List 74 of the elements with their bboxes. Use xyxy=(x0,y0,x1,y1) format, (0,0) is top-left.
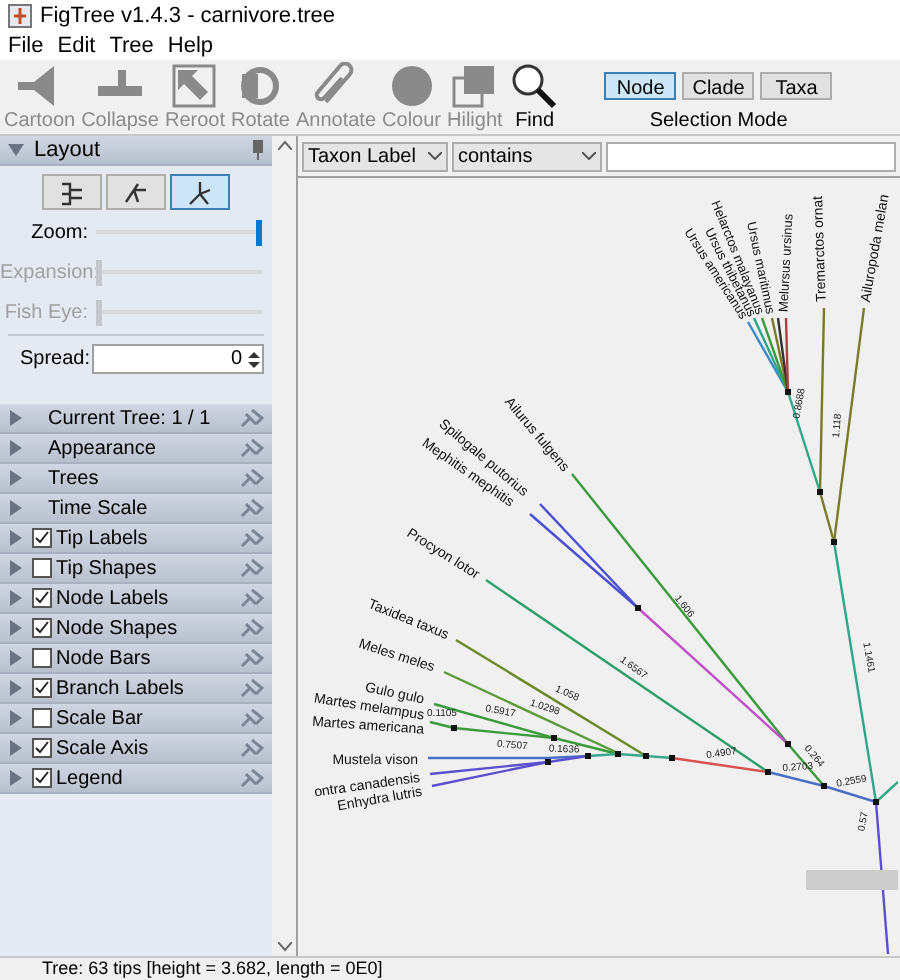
checkbox[interactable] xyxy=(32,618,52,638)
panel-section-header[interactable]: Node Shapes xyxy=(0,614,272,644)
checkbox[interactable] xyxy=(32,768,52,788)
field-dropdown[interactable]: Taxon Label xyxy=(302,141,448,171)
spread-spinner[interactable]: 0 xyxy=(92,344,264,374)
tree-layout-icon xyxy=(56,177,88,207)
panel-section-header[interactable]: Scale Axis xyxy=(0,734,272,764)
menu-item[interactable]: Edit xyxy=(57,29,96,63)
tree-layout-icon xyxy=(184,177,216,207)
pin-icon[interactable] xyxy=(252,140,264,160)
slider-label: Zoom: xyxy=(29,219,88,247)
pin-icon[interactable] xyxy=(240,468,264,488)
panel-section-header[interactable]: Legend xyxy=(0,764,272,794)
panel-section-header[interactable]: Tip Labels xyxy=(0,524,272,554)
layout-mode-button[interactable] xyxy=(170,174,230,210)
panel-section-header[interactable]: Appearance xyxy=(0,434,272,464)
pin-icon[interactable] xyxy=(240,708,264,728)
pin-icon[interactable] xyxy=(240,648,264,668)
panel-section-header[interactable]: Time Scale xyxy=(0,494,272,524)
checkbox[interactable] xyxy=(32,558,52,578)
checkbox[interactable] xyxy=(32,708,52,728)
vertical-scrollbar[interactable] xyxy=(272,136,296,956)
layout-mode-button[interactable] xyxy=(106,174,166,210)
panel-section-header[interactable]: Trees xyxy=(0,464,272,494)
pin-icon[interactable] xyxy=(240,528,264,548)
check-icon xyxy=(34,530,50,546)
pin-icon[interactable] xyxy=(240,588,264,608)
slider-label: Fish Eye: xyxy=(2,299,88,327)
spinner-arrows-icon[interactable] xyxy=(246,347,262,371)
reroot-icon xyxy=(169,62,221,110)
checkbox[interactable] xyxy=(32,588,52,608)
spread-label: Spread: xyxy=(20,346,91,374)
checkbox[interactable] xyxy=(32,678,52,698)
menu-item[interactable]: File xyxy=(8,29,44,63)
checkbox[interactable] xyxy=(32,738,52,758)
panel-section-header[interactable]: Branch Labels xyxy=(0,674,272,704)
panel-section-header[interactable]: Node Labels xyxy=(0,584,272,614)
selection-mode-toggle[interactable]: Node xyxy=(604,72,677,100)
pin-icon[interactable] xyxy=(240,618,264,638)
pin-icon[interactable] xyxy=(240,408,264,428)
checkbox[interactable] xyxy=(32,528,52,548)
selection-mode-toggle[interactable]: Taxa xyxy=(760,72,833,100)
panel-section-header[interactable]: Node Bars xyxy=(0,644,272,674)
pin-icon[interactable] xyxy=(240,678,264,698)
search-icon xyxy=(508,62,561,110)
menu-item[interactable]: Help xyxy=(167,29,214,63)
toolbar-button[interactable]: Find xyxy=(506,60,563,132)
status-text: Tree: 63 tips [height = 3.682, length = 0E0] xyxy=(42,955,383,980)
pin-icon[interactable] xyxy=(240,438,264,458)
slider-thumb[interactable] xyxy=(256,219,262,245)
selection-mode-label: Selection Mode xyxy=(649,108,788,136)
pin-icon[interactable] xyxy=(240,558,264,578)
chevron-down-icon xyxy=(582,152,596,160)
menu-item[interactable]: Tree xyxy=(109,29,154,63)
scroll-down-icon[interactable] xyxy=(277,942,291,952)
disclosure-triangle-icon[interactable] xyxy=(8,142,24,158)
check-icon xyxy=(34,680,50,696)
checkbox[interactable] xyxy=(32,648,52,668)
scroll-up-icon[interactable] xyxy=(277,140,291,150)
pin-icon[interactable] xyxy=(240,768,264,788)
panel-section-header[interactable]: Current Tree: 1 / 1 xyxy=(0,404,272,434)
app-icon xyxy=(8,4,32,28)
scrollbar-thumb[interactable] xyxy=(806,870,898,890)
panel-section-header[interactable]: Tip Shapes xyxy=(0,554,272,584)
pin-icon[interactable] xyxy=(240,738,264,758)
layout-mode-button[interactable] xyxy=(42,174,102,210)
pin-icon[interactable] xyxy=(240,498,264,518)
window-title: FigTree v1.4.3 - carnivore.tree xyxy=(40,1,336,32)
chevron-down-icon xyxy=(428,152,442,160)
panel-section-header[interactable]: Scale Bar xyxy=(0,704,272,734)
search-field[interactable] xyxy=(606,141,896,171)
selection-mode-toggle[interactable]: Clade xyxy=(682,72,755,100)
operator-dropdown[interactable]: contains xyxy=(452,141,602,171)
layout-panel-header[interactable]: Layout xyxy=(0,136,272,166)
